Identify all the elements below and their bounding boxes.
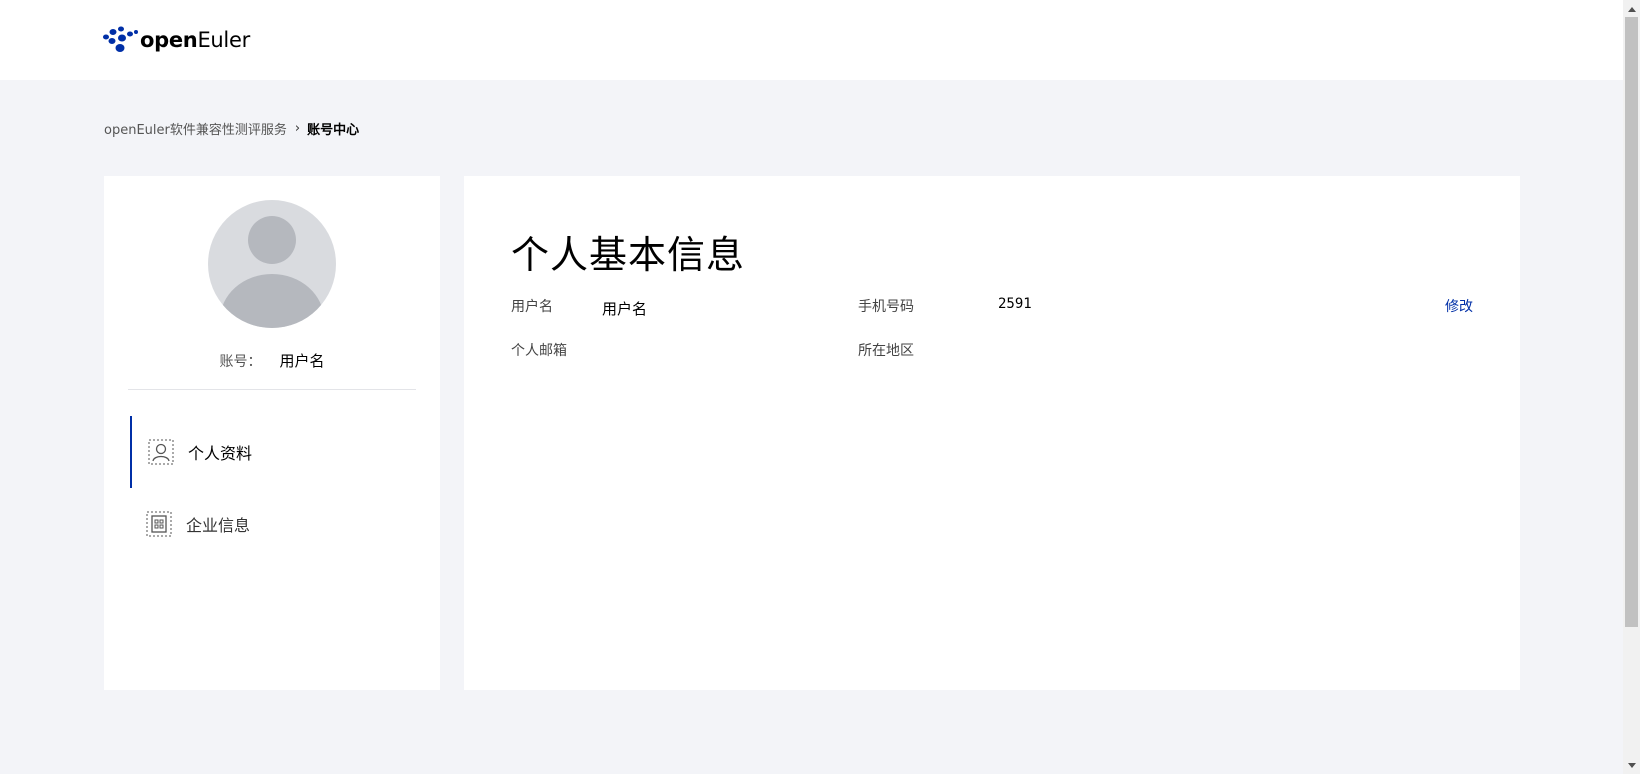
logo-text: openEuler [140,28,250,52]
building-icon [146,511,172,537]
account-label: 账号： [219,354,262,370]
sidebar-item-personal-info[interactable]: 个人资料 [130,416,416,488]
divider [128,389,416,390]
profile-sidebar: 账号： 用户名 个人资料 企业信息 [104,176,440,690]
avatar [208,200,336,328]
email-label: 个人邮箱 [511,343,567,359]
region-label: 所在地区 [858,343,914,359]
phone-value: 2591 [998,296,1032,312]
personal-info-panel: 个人基本信息 用户名 用户名 手机号码 2591 修改 个人邮箱 所在地区 [464,176,1520,690]
scroll-up-icon[interactable] [1623,0,1640,17]
sidebar-item-label: 企业信息 [186,516,251,535]
scroll-down-icon[interactable] [1623,757,1640,774]
edit-button[interactable]: 修改 [1445,296,1473,316]
sidebar-item-enterprise-info[interactable]: 企业信息 [130,488,416,560]
account-info: 账号： 用户名 [128,350,416,371]
page-title: 个人基本信息 [511,233,746,277]
sidebar-item-label: 个人资料 [188,444,253,463]
user-icon [148,439,174,465]
top-header: openEuler [0,0,1623,80]
breadcrumb: openEuler软件兼容性测评服务 › 账号中心 [104,119,359,138]
default-avatar-icon [220,216,324,328]
openeuler-logo[interactable]: openEuler [103,25,250,55]
account-value: 用户名 [279,352,325,370]
username-label: 用户名 [511,299,553,315]
vertical-scrollbar[interactable] [1623,0,1640,774]
openeuler-logo-icon [103,26,138,52]
breadcrumb-current: 账号中心 [307,123,360,138]
scrollbar-thumb[interactable] [1625,17,1638,627]
username-value: 用户名 [602,300,648,318]
breadcrumb-separator-icon: › [294,121,301,136]
breadcrumb-root[interactable]: openEuler软件兼容性测评服务 [104,119,287,138]
phone-label: 手机号码 [858,299,914,315]
